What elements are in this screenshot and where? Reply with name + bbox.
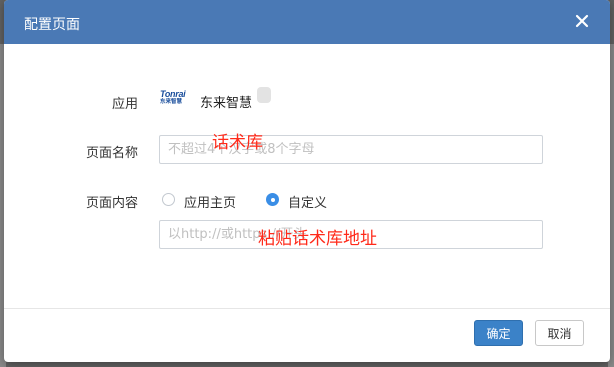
page-content-label: 页面内容 <box>85 196 138 211</box>
dialog-header: 配置页面 <box>4 0 610 44</box>
app-label: 应用 <box>111 97 138 112</box>
close-icon[interactable] <box>572 11 592 31</box>
cancel-button[interactable]: 取消 <box>535 320 584 346</box>
app-name-highlight <box>257 87 271 103</box>
app-logo-text: Tonrai <box>160 89 186 99</box>
configure-page-dialog: 配置页面 应用 Tonrai 东来智慧 东来智慧 页面名称 话术库 页面内容 应… <box>4 0 610 362</box>
dialog-title: 配置页面 <box>24 17 80 33</box>
confirm-button[interactable]: 确定 <box>474 320 523 346</box>
radio-app-homepage-label[interactable]: 应用主页 <box>184 192 236 211</box>
annotation-name-note: 话术库 <box>212 133 263 153</box>
annotation-url-note: 粘贴话术库地址 <box>258 229 377 249</box>
radio-custom-label[interactable]: 自定义 <box>288 192 327 211</box>
footer-divider <box>4 308 610 309</box>
page-name-label: 页面名称 <box>85 146 138 161</box>
app-logo: Tonrai 东来智慧 <box>160 89 190 107</box>
radio-custom[interactable] <box>266 193 279 206</box>
radio-app-homepage[interactable] <box>162 193 175 206</box>
app-name: 东来智慧 <box>200 96 253 111</box>
app-logo-subtext: 东来智慧 <box>160 99 183 105</box>
